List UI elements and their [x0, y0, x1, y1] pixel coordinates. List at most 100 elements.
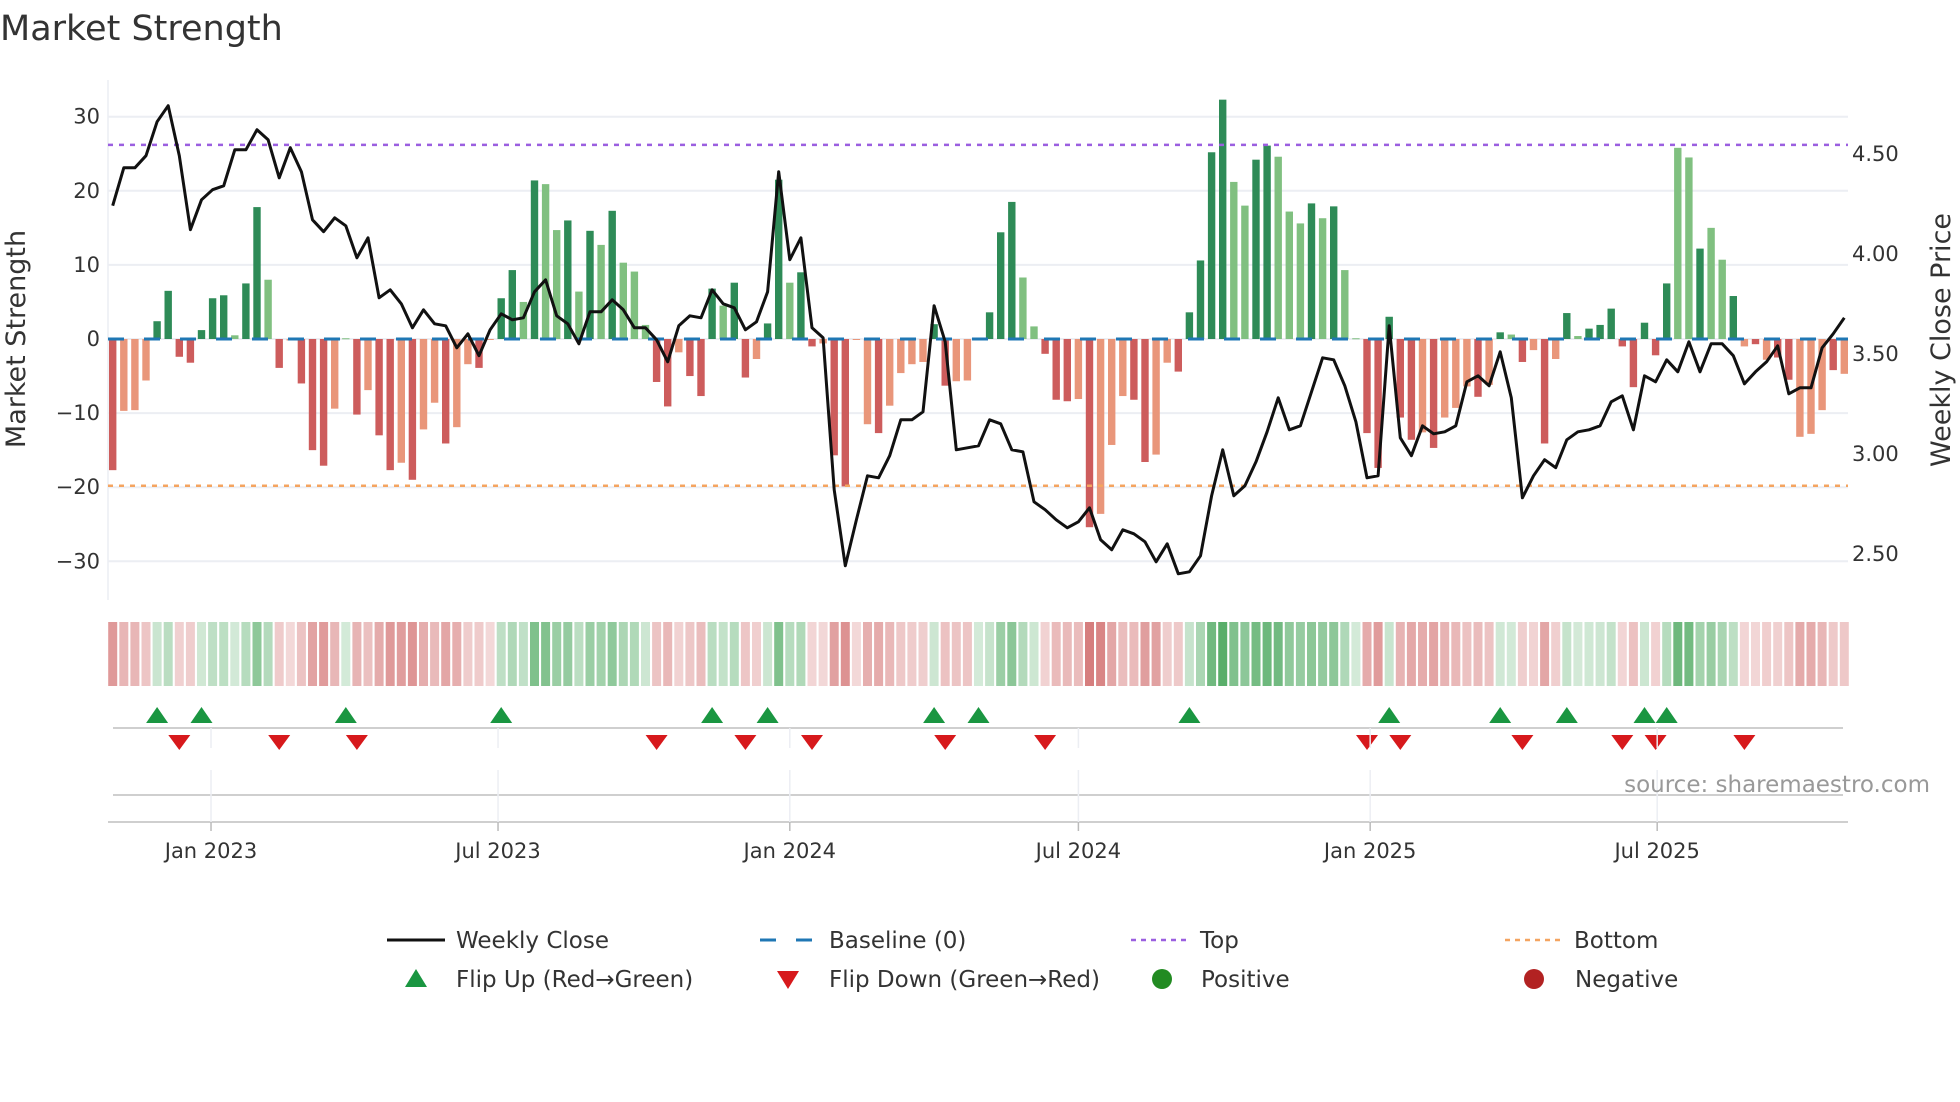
heat-cell: [230, 622, 240, 686]
heat-cell: [1462, 622, 1472, 686]
heat-cell: [1273, 622, 1283, 686]
strength-bar: [1585, 328, 1593, 339]
strength-bar: [1474, 339, 1482, 397]
strength-bar: [852, 339, 861, 340]
heat-cell: [1451, 622, 1461, 686]
source-label: source: sharemaestro.com: [1624, 772, 1930, 798]
y-tick-label: −10: [56, 401, 100, 425]
heat-cell: [296, 622, 306, 686]
heat-cell: [585, 622, 595, 686]
y-axis-right: 4.50 4.00 3.50 3.00 2.50: [1852, 142, 1899, 566]
x-tick-label: Jul 2023: [453, 839, 540, 863]
heat-cell: [985, 622, 995, 686]
heat-cell: [1373, 622, 1383, 686]
strength-bar: [1285, 211, 1293, 339]
heat-cell: [618, 622, 628, 686]
heat-cell: [108, 622, 118, 686]
heat-cell: [663, 622, 673, 686]
heat-cell: [485, 622, 495, 686]
legend-item: Positive: [1152, 967, 1290, 993]
strength-bar: [242, 283, 250, 339]
heat-cell: [330, 622, 340, 686]
strength-bar: [208, 298, 217, 339]
strength-bar: [1141, 339, 1149, 463]
strength-bar: [1685, 157, 1693, 339]
heat-cell: [1096, 622, 1106, 686]
heat-cell: [1573, 622, 1583, 686]
legend-label: Baseline (0): [829, 928, 966, 954]
strength-bar: [264, 279, 272, 339]
heat-cell: [1395, 622, 1405, 686]
strength-bar: [1052, 339, 1060, 400]
strength-bar: [464, 339, 472, 365]
bars: [109, 99, 1848, 528]
heat-cell: [1240, 622, 1250, 686]
strength-bar: [886, 339, 894, 406]
heat-cell: [1218, 622, 1228, 686]
strength-bar: [908, 339, 916, 365]
flip-down-marker: [268, 735, 291, 750]
strength-bar: [752, 339, 761, 360]
strength-bar: [519, 301, 528, 339]
heat-cell: [352, 622, 362, 686]
flip-down-marker: [734, 735, 757, 750]
y2-tick-label: 3.00: [1852, 442, 1899, 466]
heat-cell: [851, 622, 861, 686]
legend-label: Bottom: [1574, 928, 1658, 954]
flip-up-marker: [967, 707, 990, 723]
heat-cell: [707, 622, 717, 686]
strength-bar: [1785, 339, 1793, 380]
legend: Weekly Close Baseline (0) Top Bottom Flip Up…: [387, 928, 1678, 993]
flip-up-marker: [923, 707, 946, 723]
strength-bar: [364, 339, 372, 391]
heat-cell: [241, 622, 251, 686]
x-tick-label: Jan 2023: [163, 839, 258, 863]
strength-bar: [1363, 339, 1371, 434]
heat-cell: [1606, 622, 1616, 686]
heat-cell: [274, 622, 284, 686]
heat-cell: [1051, 622, 1061, 686]
heat-cell: [1506, 622, 1516, 686]
strength-bar: [1441, 339, 1449, 418]
heat-cell: [685, 622, 695, 686]
heat-cell: [1817, 622, 1827, 686]
strength-bar: [109, 339, 117, 471]
flip-markers: [113, 707, 1843, 750]
strength-bar: [1829, 339, 1837, 371]
heat-cell: [1129, 622, 1139, 686]
triangle-down-icon: [777, 971, 799, 989]
heat-cell: [596, 622, 606, 686]
strength-bar: [541, 184, 550, 339]
strength-bar: [897, 339, 905, 374]
strength-bar: [763, 323, 772, 339]
x-axis: Jan 2023 Jul 2023 Jan 2024 Jul 2024 Jan 2025…: [108, 728, 1848, 863]
heat-cell: [441, 622, 451, 686]
legend-item: Bottom: [1505, 928, 1658, 954]
heat-cell: [1429, 622, 1439, 686]
y2-tick-label: 4.00: [1852, 242, 1899, 266]
heat-cell: [1284, 622, 1294, 686]
heat-cell: [885, 622, 895, 686]
heat-cell: [1118, 622, 1128, 686]
strength-bar: [1196, 260, 1205, 339]
heat-cell: [896, 622, 906, 686]
legend-item: Top: [1131, 928, 1239, 954]
strength-bar: [1341, 270, 1349, 339]
flip-up-marker: [1555, 707, 1578, 723]
heat-cell: [918, 622, 928, 686]
heat-cell: [1040, 622, 1050, 686]
heat-cell: [308, 622, 317, 686]
heat-cell: [541, 622, 551, 686]
strength-bar: [1030, 326, 1038, 339]
heat-cell: [996, 622, 1006, 686]
triangle-up-icon: [405, 969, 427, 987]
heat-cell: [1062, 622, 1072, 686]
legend-label: Weekly Close: [456, 928, 609, 954]
heat-cell: [1329, 622, 1339, 686]
heat-cell: [574, 622, 584, 686]
strength-bar: [1241, 205, 1249, 339]
strength-bar: [597, 244, 605, 339]
heat-cell: [163, 622, 173, 686]
flip-up-marker: [1633, 707, 1656, 723]
strength-bar: [1219, 99, 1227, 339]
